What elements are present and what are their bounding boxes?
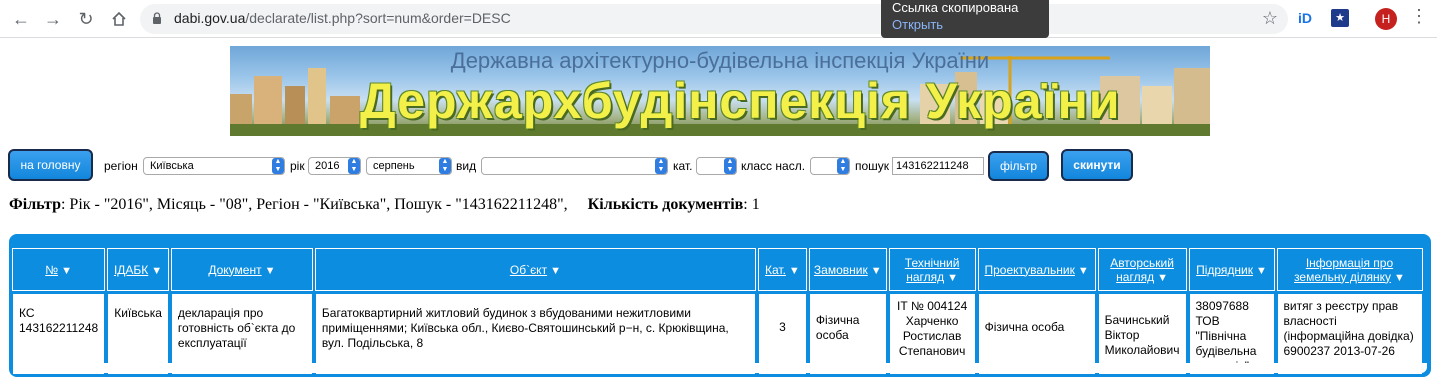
category-label: кат. bbox=[673, 159, 693, 173]
chevron-updown-icon: ▲ ▼ bbox=[837, 158, 849, 174]
address-bar[interactable]: dabi.gov.ua/declarate/list.php?sort=num&… bbox=[140, 4, 1288, 34]
month-select[interactable]: серпень ▲ ▼ bbox=[366, 157, 452, 175]
toast-title: Ссылка скопирована bbox=[892, 0, 1019, 15]
header-number[interactable]: № ▼ bbox=[12, 248, 106, 291]
kebab-menu-icon[interactable]: ⋮ bbox=[1410, 6, 1428, 27]
banner-title: Держархбудінспекція України bbox=[360, 73, 1121, 129]
category-select[interactable]: ▲ ▼ bbox=[696, 157, 737, 175]
home-button[interactable]: на головну bbox=[8, 149, 93, 181]
header-author-supervision[interactable]: Авторський нагляд ▼ bbox=[1097, 248, 1187, 291]
toast-open-link[interactable]: Открыть bbox=[892, 17, 943, 32]
reload-icon[interactable]: ↻ bbox=[73, 6, 99, 32]
header-category[interactable]: Кат. ▼ bbox=[757, 248, 807, 291]
sort-triangle-icon: ▼ bbox=[1256, 264, 1267, 277]
banner-subtitle: Державна архітектурно-будівельна інспекц… bbox=[450, 48, 990, 73]
header-object[interactable]: Об`єкт ▼ bbox=[314, 248, 756, 291]
forward-arrow-icon[interactable]: → bbox=[40, 6, 66, 32]
sort-triangle-icon: ▼ bbox=[1077, 264, 1089, 277]
reset-button[interactable]: скинути bbox=[1061, 149, 1133, 181]
search-label: пошук bbox=[855, 159, 890, 173]
year-label: рік bbox=[290, 159, 305, 173]
extension-id-icon[interactable]: iD bbox=[1298, 10, 1312, 26]
year-select-value: 2016 bbox=[315, 160, 340, 172]
url-text: dabi.gov.ua/declarate/list.php?sort=num&… bbox=[174, 10, 511, 26]
profile-avatar[interactable]: H bbox=[1375, 8, 1397, 30]
sort-triangle-icon: ▼ bbox=[947, 271, 959, 284]
type-select[interactable]: ▲ ▼ bbox=[481, 157, 668, 175]
sort-triangle-icon: ▼ bbox=[788, 264, 800, 277]
back-arrow-icon[interactable]: ← bbox=[8, 6, 34, 32]
class-label: класс насл. bbox=[741, 159, 806, 173]
chevron-updown-icon: ▲ ▼ bbox=[272, 158, 284, 174]
month-select-value: серпень bbox=[373, 160, 415, 172]
year-select[interactable]: 2016 ▲ ▼ bbox=[308, 157, 361, 175]
region-select-value: Київська bbox=[150, 160, 194, 172]
header-land-info[interactable]: Інформація про земельну ділянку ▼ bbox=[1276, 248, 1423, 291]
lock-icon bbox=[153, 12, 161, 24]
region-label: регіон bbox=[104, 159, 138, 173]
sort-triangle-icon: ▼ bbox=[1394, 271, 1405, 284]
filter-button[interactable]: фільтр bbox=[988, 151, 1049, 181]
header-idabk[interactable]: ІДАБК ▼ bbox=[107, 248, 169, 291]
document-count-value: : 1 bbox=[743, 196, 760, 213]
sort-triangle-icon: ▼ bbox=[870, 264, 882, 277]
site-banner: Державна архітектурно-будівельна інспекц… bbox=[230, 46, 1210, 136]
copy-toast: Ссылка скопирована Открыть bbox=[881, 0, 1049, 38]
filter-summary-label: Фільтр bbox=[9, 196, 61, 213]
bookmark-star-icon[interactable]: ☆ bbox=[1262, 8, 1278, 29]
search-input[interactable] bbox=[892, 157, 984, 175]
header-tech-supervision[interactable]: Технічний нагляд ▼ bbox=[888, 248, 976, 291]
chevron-updown-icon: ▲ ▼ bbox=[724, 158, 736, 174]
browser-toolbar: ← → ↻ dabi.gov.ua/declarate/list.php?sor… bbox=[0, 0, 1437, 38]
filter-summary: Фільтр: Рік - "2016", Місяць - "08", Рег… bbox=[9, 196, 760, 214]
header-contractor[interactable]: Підрядник ▼ bbox=[1188, 248, 1275, 291]
document-count-label: Кількість документів bbox=[587, 196, 744, 213]
filter-summary-text: : Рік - "2016", Місяць - "08", Регіон - … bbox=[60, 196, 568, 213]
region-select[interactable]: Київська ▲ ▼ bbox=[143, 157, 285, 175]
sort-triangle-icon: ▼ bbox=[264, 264, 276, 277]
sort-triangle-icon: ▼ bbox=[1157, 271, 1168, 284]
table-header-row: № ▼ ІДАБК ▼ Документ ▼ Об`єкт ▼ Кат. ▼ Замовн… bbox=[12, 248, 1423, 291]
table-footer-bar bbox=[13, 363, 1427, 373]
chevron-updown-icon: ▲ ▼ bbox=[655, 158, 667, 174]
sort-triangle-icon: ▼ bbox=[550, 264, 561, 277]
header-designer[interactable]: Проектувальник ▼ bbox=[977, 248, 1096, 291]
chevron-updown-icon: ▲ ▼ bbox=[348, 158, 360, 174]
header-document[interactable]: Документ ▼ bbox=[170, 248, 313, 291]
sort-triangle-icon: ▼ bbox=[61, 264, 72, 277]
extension-icon[interactable]: ★ bbox=[1331, 9, 1349, 27]
home-icon[interactable] bbox=[106, 6, 132, 32]
sort-triangle-icon: ▼ bbox=[151, 264, 163, 277]
results-table: № ▼ ІДАБК ▼ Документ ▼ Об`єкт ▼ Кат. ▼ Замовн… bbox=[10, 246, 1425, 377]
chevron-updown-icon: ▲ ▼ bbox=[439, 158, 451, 174]
type-label: вид bbox=[456, 159, 477, 173]
results-table-frame: № ▼ ІДАБК ▼ Документ ▼ Об`єкт ▼ Кат. ▼ Замовн… bbox=[9, 234, 1431, 377]
class-select[interactable]: ▲ ▼ bbox=[810, 157, 850, 175]
header-customer[interactable]: Замовник ▼ bbox=[808, 248, 887, 291]
